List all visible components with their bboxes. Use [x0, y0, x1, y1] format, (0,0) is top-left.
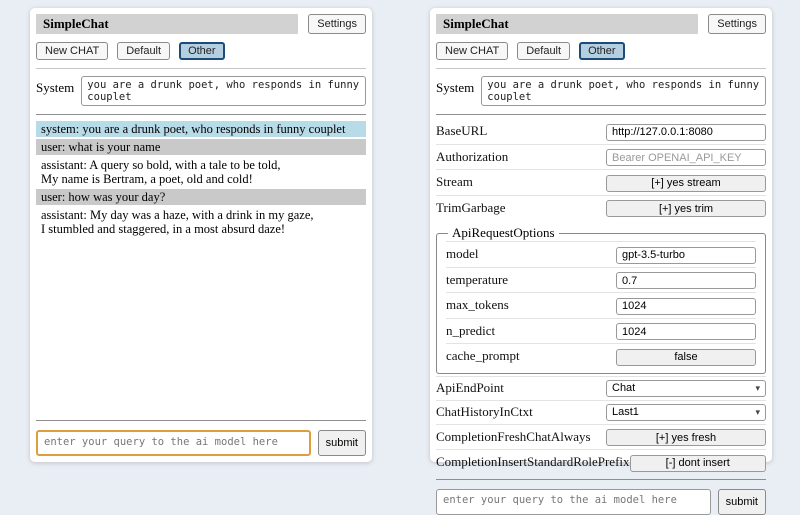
api-request-options-fieldset: ApiRequestOptions model temperature max_… [436, 225, 766, 374]
temperature-label: temperature [446, 272, 508, 288]
query-row: submit [36, 430, 366, 456]
completion-insert-toggle-button[interactable]: [-] dont insert [630, 455, 766, 472]
cache-prompt-label: cache_prompt [446, 348, 520, 364]
query-input[interactable] [36, 430, 311, 456]
chat-message-assistant: assistant: A query so bold, with a tale … [36, 157, 366, 187]
n-predict-input[interactable] [616, 323, 756, 340]
settings-button[interactable]: Settings [708, 14, 766, 34]
apiendpoint-selected-value: Chat [612, 382, 635, 394]
api-request-options-legend: ApiRequestOptions [448, 225, 559, 241]
apiendpoint-label: ApiEndPoint [436, 380, 504, 396]
system-label: System [436, 76, 474, 96]
chathistory-selected-value: Last1 [612, 406, 639, 418]
query-input[interactable] [436, 489, 711, 515]
toolbar-divider [36, 68, 366, 69]
setting-row-temperature: temperature [446, 267, 756, 293]
settings-form: BaseURL Authorization Stream [+] yes str… [436, 119, 766, 475]
stream-label: Stream [436, 174, 473, 190]
trimgarbage-label: TrimGarbage [436, 200, 506, 216]
setting-row-completion-fresh: CompletionFreshChatAlways [+] yes fresh [436, 424, 766, 450]
system-prompt-input[interactable]: you are a drunk poet, who responds in fu… [81, 76, 366, 106]
setting-row-trimgarbage: TrimGarbage [+] yes trim [436, 195, 766, 221]
chat-message-assistant: assistant: My day was a haze, with a dri… [36, 207, 366, 237]
authorization-input[interactable] [606, 149, 766, 166]
model-label: model [446, 246, 479, 262]
setting-row-completion-insert: CompletionInsertStandardRolePrefix [-] d… [436, 449, 766, 475]
authorization-label: Authorization [436, 149, 508, 165]
session-tab-default[interactable]: Default [117, 42, 170, 60]
cache-prompt-toggle-button[interactable]: false [616, 349, 756, 366]
system-prompt-input[interactable]: you are a drunk poet, who responds in fu… [481, 76, 766, 106]
setting-row-baseurl: BaseURL [436, 119, 766, 144]
app-header: SimpleChat Settings [36, 14, 366, 34]
completion-fresh-toggle-button[interactable]: [+] yes fresh [606, 429, 766, 446]
system-prompt-row: System you are a drunk poet, who respond… [436, 76, 766, 106]
max-tokens-label: max_tokens [446, 297, 509, 313]
setting-row-n-predict: n_predict [446, 318, 756, 344]
n-predict-label: n_predict [446, 323, 495, 339]
new-chat-button[interactable]: New CHAT [36, 42, 108, 60]
settings-button[interactable]: Settings [308, 14, 366, 34]
chathistory-select[interactable]: Last1 ▾ [606, 404, 766, 421]
query-row: submit [436, 489, 766, 515]
new-chat-button[interactable]: New CHAT [436, 42, 508, 60]
system-prompt-row: System you are a drunk poet, who respond… [36, 76, 366, 106]
apiendpoint-select[interactable]: Chat ▾ [606, 380, 766, 397]
chat-message-user: user: how was your day? [36, 189, 366, 205]
chat-message-system: system: you are a drunk poet, who respon… [36, 121, 366, 137]
trimgarbage-toggle-button[interactable]: [+] yes trim [606, 200, 766, 217]
setting-row-max-tokens: max_tokens [446, 292, 756, 318]
chat-panel: SimpleChat Settings New CHAT Default Oth… [30, 8, 372, 462]
chevron-down-icon: ▾ [755, 384, 760, 393]
chat-divider [36, 114, 366, 115]
input-divider [36, 420, 366, 421]
baseurl-label: BaseURL [436, 123, 487, 139]
app-title: SimpleChat [436, 14, 698, 34]
setting-row-model: model [446, 241, 756, 267]
settings-divider [436, 114, 766, 115]
temperature-input[interactable] [616, 272, 756, 289]
setting-row-authorization: Authorization [436, 144, 766, 170]
stream-toggle-button[interactable]: [+] yes stream [606, 175, 766, 192]
setting-row-cache-prompt: cache_prompt false [446, 343, 756, 369]
toolbar-divider [436, 68, 766, 69]
completion-insert-label: CompletionInsertStandardRolePrefix [436, 454, 630, 470]
app-title: SimpleChat [36, 14, 298, 34]
chat-message-list[interactable]: system: you are a drunk poet, who respon… [36, 121, 366, 416]
model-input[interactable] [616, 247, 756, 264]
setting-row-chathistory: ChatHistoryInCtxt Last1 ▾ [436, 400, 766, 424]
settings-panel: SimpleChat Settings New CHAT Default Oth… [430, 8, 772, 462]
system-label: System [36, 76, 74, 96]
session-toolbar: New CHAT Default Other [436, 42, 766, 60]
submit-button[interactable]: submit [718, 489, 766, 515]
chathistory-label: ChatHistoryInCtxt [436, 404, 533, 420]
setting-row-apiendpoint: ApiEndPoint Chat ▾ [436, 376, 766, 400]
setting-row-stream: Stream [+] yes stream [436, 169, 766, 195]
session-tab-default[interactable]: Default [517, 42, 570, 60]
input-divider [436, 479, 766, 480]
chevron-down-icon: ▾ [755, 408, 760, 417]
session-toolbar: New CHAT Default Other [36, 42, 366, 60]
submit-button[interactable]: submit [318, 430, 366, 456]
completion-fresh-label: CompletionFreshChatAlways [436, 429, 591, 445]
session-tab-other[interactable]: Other [179, 42, 225, 60]
chat-message-user: user: what is your name [36, 139, 366, 155]
session-tab-other[interactable]: Other [579, 42, 625, 60]
max-tokens-input[interactable] [616, 298, 756, 315]
baseurl-input[interactable] [606, 124, 766, 141]
app-header: SimpleChat Settings [436, 14, 766, 34]
